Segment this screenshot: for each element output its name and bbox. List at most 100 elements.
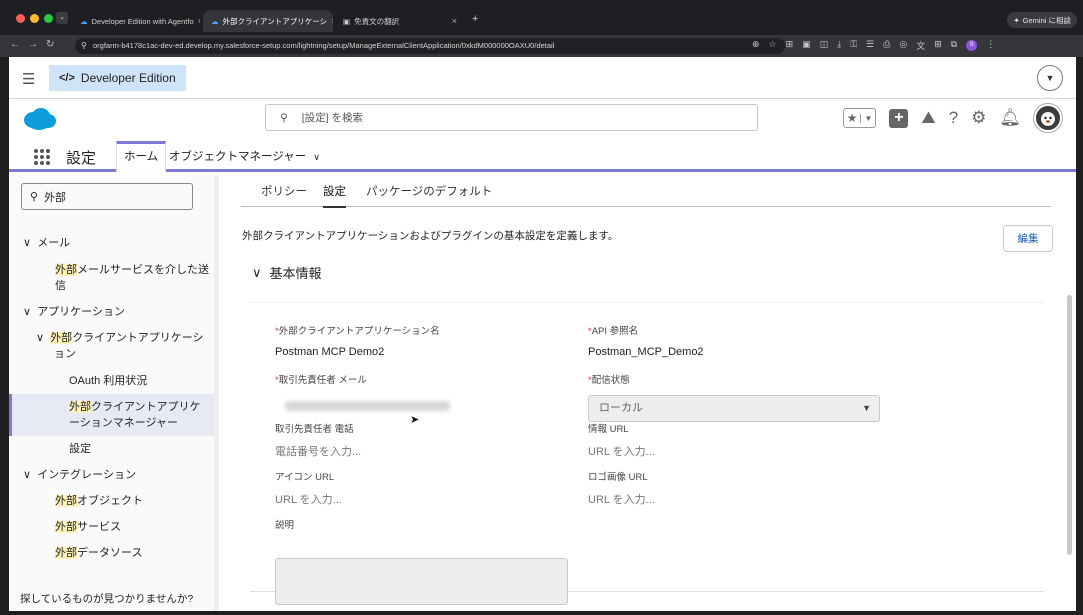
field-label: 配信状態 (591, 375, 630, 386)
bookmark-star-icon[interactable]: ☆ (769, 39, 777, 52)
browser-tab-3[interactable]: ▣ 免責文の翻訳 × (335, 10, 465, 32)
sidebar-item-label: クライアントアプリケ (91, 401, 201, 413)
reload-icon[interactable]: ↻ (46, 39, 54, 50)
browser-tab-label: Developer Edition with Agentfo (91, 16, 194, 26)
minimize-window-dot[interactable] (30, 14, 39, 23)
org-switcher-button[interactable]: </> Developer Edition (49, 65, 186, 91)
address-bar[interactable]: ⚲ orgfarm-b4178c1ac-dev-ed.develop.my.sa… (75, 38, 785, 54)
match-highlight: 外部 (55, 547, 77, 559)
tab-settings[interactable]: 設定 (323, 183, 346, 208)
main-scrollbar[interactable] (1067, 295, 1072, 555)
close-tab-icon[interactable]: × (452, 16, 457, 26)
lens-icon[interactable]: ◎ (899, 39, 907, 52)
distribution-state-select[interactable]: ローカル ▼ (588, 395, 880, 422)
profile-avatar-icon[interactable]: S (966, 40, 978, 51)
gear-icon[interactable]: ⚙ (971, 108, 986, 128)
contact-email-redacted (285, 401, 450, 411)
hamburger-menu-icon[interactable]: ☰ (22, 70, 35, 88)
user-avatar[interactable] (1034, 104, 1062, 132)
password-key-icon[interactable]: ⚿ (850, 39, 857, 52)
favorites-button[interactable]: ★ ▼ (842, 108, 877, 128)
reading-list-icon[interactable]: ☰ (866, 39, 874, 52)
site-info-icon[interactable]: ⚲ (81, 38, 87, 54)
close-tab-icon[interactable]: × (331, 16, 333, 26)
sidebar-item-external-client-apps[interactable]: ∨ 外部クライアントアプリケーシ ョン (36, 330, 204, 362)
sidebar-item-label: サービス (77, 521, 121, 533)
chevron-down-icon[interactable]: ▼ (860, 113, 875, 123)
search-icon: ⚲ (30, 191, 39, 203)
gemini-button[interactable]: ✦ Gemini に相談 (1007, 12, 1077, 28)
chevron-down-icon[interactable]: ∨ (313, 152, 320, 162)
browser-tab-2[interactable]: ☁ 外部クライアントアプリケーシ × (203, 10, 333, 32)
sidebar-item-applications[interactable]: ∨ アプリケーション (23, 304, 125, 320)
download-icon[interactable]: ⤓ (837, 39, 841, 52)
app-launcher-icon[interactable] (34, 149, 50, 165)
detail-tabs: ポリシー 設定 パッケージのデフォルト (241, 175, 1051, 208)
tab-policies[interactable]: ポリシー (261, 183, 307, 199)
logo-url-field[interactable]: URL を入力... (588, 491, 655, 507)
sidebar-item-label: 信 (55, 280, 66, 292)
tab-package-defaults[interactable]: パッケージのデフォルト (366, 183, 492, 199)
browser-toolbar-icons: ⊕ ☆ ⊞ ▣ ◫ ⤓ ⚿ ☰ ⎙ ◎ 文 ⊞ ⧉ S ⋮ (752, 39, 995, 52)
extension-icon[interactable]: ⊞ (786, 39, 794, 52)
sidebar-item-email-services[interactable]: 外部メールサービスを介した送 信 (55, 262, 209, 294)
browser-tab-label: 外部クライアントアプリケーシ (222, 16, 328, 26)
maximize-window-dot[interactable] (44, 14, 53, 23)
description-textarea[interactable] (275, 558, 568, 605)
field-label: 外部クライアントアプリケーション名 (278, 326, 440, 337)
chevron-down-icon[interactable]: ∨ (23, 237, 31, 249)
section-header-basic-info[interactable]: ∨ 基本情報 (252, 263, 322, 282)
tab-object-manager[interactable]: オブジェクトマネージャー ∨ (169, 148, 320, 164)
icon-url-label: アイコン URL (275, 472, 335, 483)
chevron-down-icon[interactable]: ∨ (252, 265, 262, 281)
info-url-label: 情報 URL (588, 424, 629, 435)
sidebar-item-label: クライアントアプリケーシ (72, 332, 204, 344)
chevron-down-icon[interactable]: ∨ (36, 332, 44, 344)
sidebar-footer-link[interactable]: 探しているものが見つかりませんか? (20, 591, 193, 606)
sidebar-item-email[interactable]: ∨ メール (23, 235, 70, 251)
tab-search-icon[interactable]: ⌄ (56, 12, 68, 24)
browser-menu-icon[interactable]: ⋮ (986, 39, 995, 52)
extensions-puzzle-icon[interactable]: ⧉ (951, 39, 957, 52)
global-actions-icon[interactable]: + (889, 108, 909, 128)
setup-search-input[interactable]: ⚲ [設定] を検索 (265, 104, 758, 131)
trailhead-icon[interactable]: ⛰ (921, 108, 935, 128)
extension-icon[interactable]: ◫ (820, 39, 829, 52)
distribution-label: *配信状態 (588, 372, 630, 386)
print-icon[interactable]: ⎙ (883, 39, 890, 52)
basic-info-form: *外部クライアントアプリケーション名 Postman MCP Demo2 *AP… (250, 302, 1044, 605)
sidebar-item-external-services[interactable]: 外部サービス (55, 519, 121, 535)
sidebar-item-external-objects[interactable]: 外部オブジェクト (55, 493, 143, 509)
match-highlight: 外部 (55, 521, 77, 533)
help-icon[interactable]: ? (949, 108, 958, 128)
bell-icon[interactable]: 🔔︎ (999, 108, 1021, 128)
quick-find-input[interactable]: ⚲ 外部 (21, 183, 193, 210)
chevron-down-icon[interactable]: ∨ (23, 306, 31, 318)
chevron-down-icon[interactable]: ∨ (23, 469, 31, 481)
sidebar-item-label: OAuth 利用状況 (69, 375, 148, 387)
close-tab-icon[interactable]: × (198, 16, 200, 26)
sidebar-item-oauth-usage[interactable]: OAuth 利用状況 (69, 373, 147, 389)
match-highlight: 外部 (55, 495, 77, 507)
apps-icon[interactable]: ⊞ (934, 39, 942, 52)
api-name-label: *API 参照名 (588, 323, 638, 337)
extension-icon[interactable]: ▣ (802, 39, 811, 52)
salesforce-logo-icon[interactable] (23, 107, 57, 131)
sidebar-item-external-client-app-manager[interactable]: 外部クライアントアプリケ ーションマネージャー (69, 399, 201, 431)
icon-url-field[interactable]: URL を入力... (275, 491, 342, 507)
sidebar-item-integrations[interactable]: ∨ インテグレーション (23, 467, 136, 483)
back-icon[interactable]: ← (10, 39, 20, 50)
chevron-down-icon[interactable]: ▼ (1037, 65, 1063, 91)
forward-icon[interactable]: → (28, 39, 38, 50)
sidebar-item-external-data-sources[interactable]: 外部データソース (55, 545, 142, 561)
tab-home[interactable]: ホーム (116, 141, 167, 172)
edit-button[interactable]: 編集 (1003, 225, 1053, 252)
info-url-field[interactable]: URL を入力... (588, 443, 655, 459)
translate-icon[interactable]: 文 (916, 39, 925, 52)
close-window-dot[interactable] (16, 14, 25, 23)
sidebar-item-settings[interactable]: 設定 (69, 441, 91, 457)
zoom-icon[interactable]: ⊕ (752, 39, 760, 52)
contact-phone-field[interactable]: 電話番号を入力... (275, 443, 361, 459)
browser-tab-1[interactable]: ☁ Developer Edition with Agentfo × (72, 10, 200, 32)
new-tab-button[interactable]: + (472, 13, 478, 25)
